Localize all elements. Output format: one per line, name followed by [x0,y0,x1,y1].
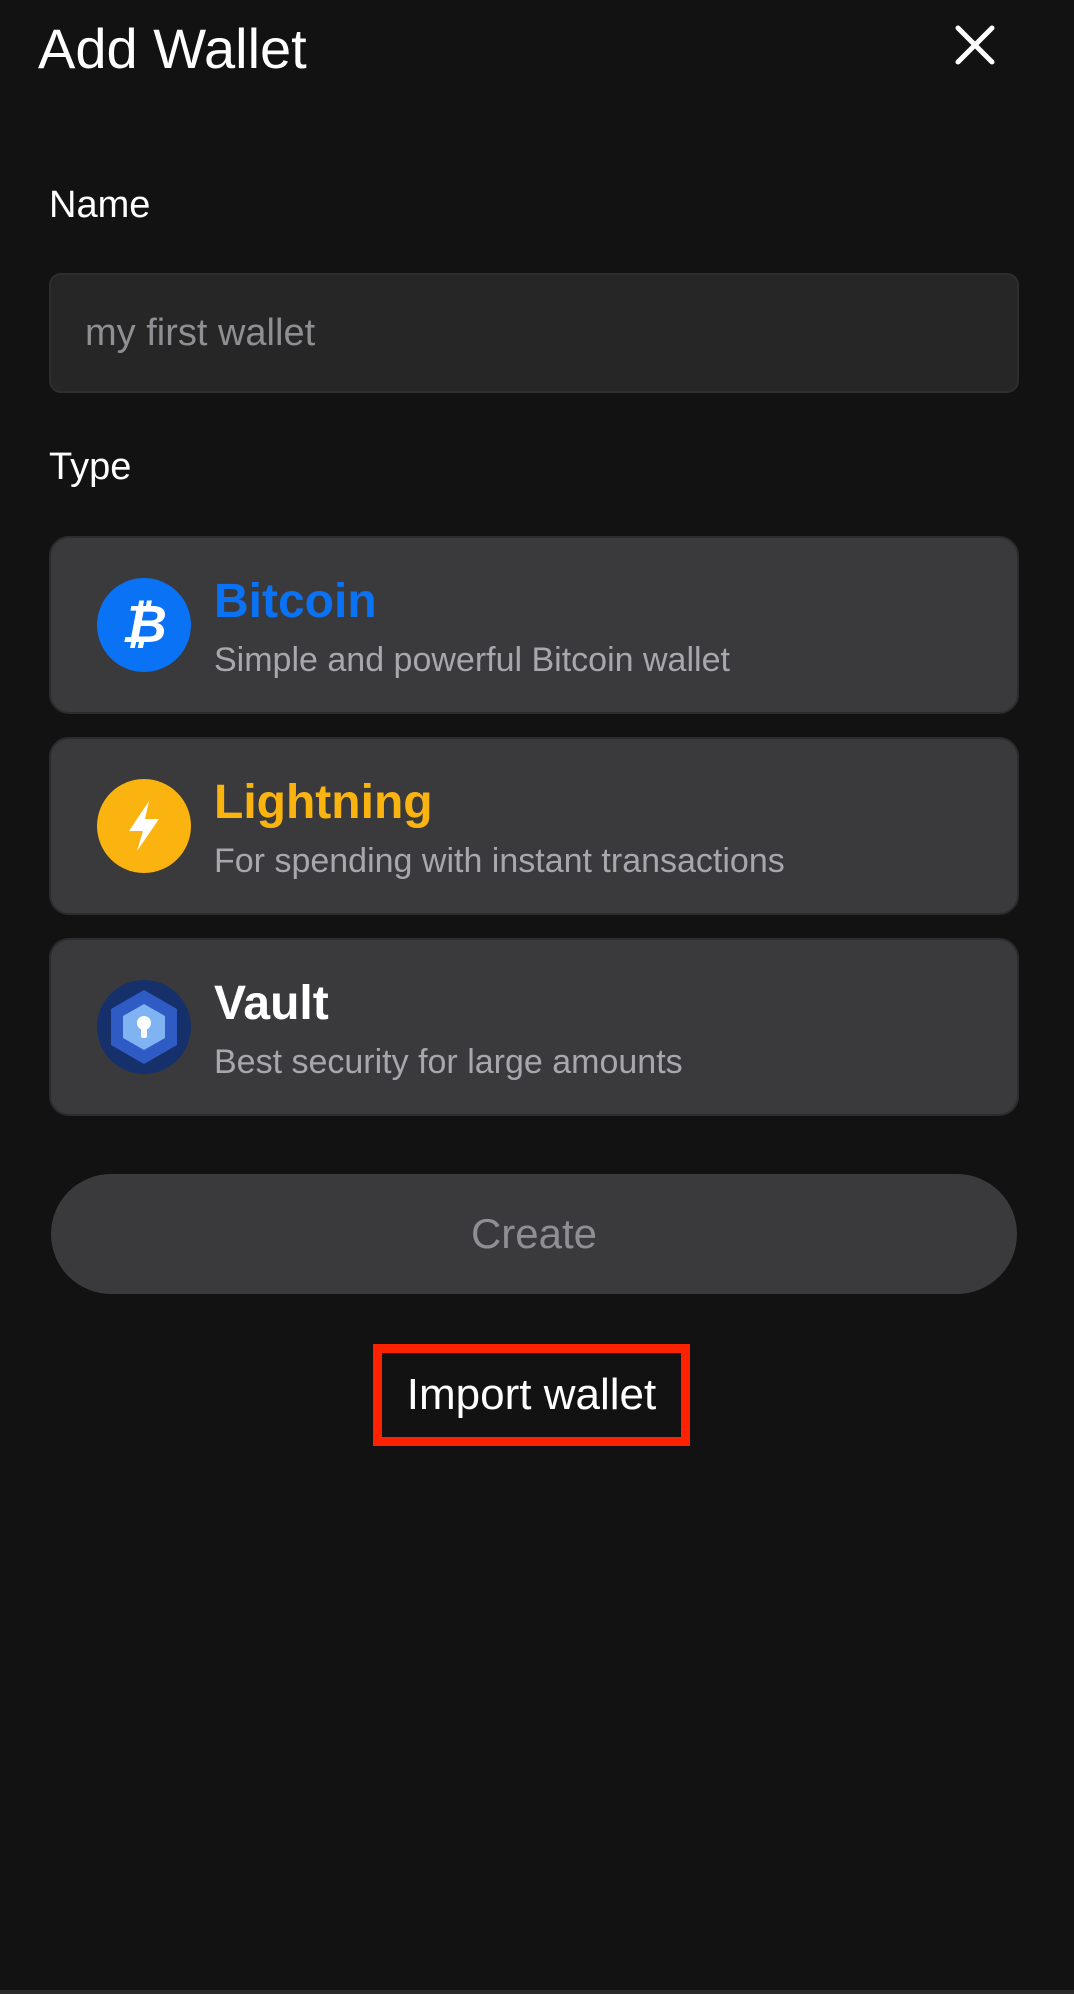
wallet-type-bitcoin[interactable]: ₿ Bitcoin Simple and powerful Bitcoin wa… [49,536,1019,714]
create-button[interactable]: Create [51,1174,1017,1294]
bitcoin-icon: ₿ [97,578,191,672]
lightning-icon [97,779,191,873]
bottom-divider [0,1990,1074,1994]
wallet-type-lightning[interactable]: Lightning For spending with instant tran… [49,737,1019,915]
vault-icon [97,980,191,1074]
lightning-title: Lightning [214,776,433,829]
lightning-description: For spending with instant transactions [214,842,785,880]
vault-description: Best security for large amounts [214,1043,683,1081]
bitcoin-title: Bitcoin [214,575,377,628]
import-wallet-button[interactable]: Import wallet [373,1344,690,1446]
type-label: Type [49,446,132,488]
wallet-type-vault[interactable]: Vault Best security for large amounts [49,938,1019,1116]
svg-text:₿: ₿ [121,596,167,654]
name-label: Name [49,184,151,226]
vault-title: Vault [214,977,329,1030]
bitcoin-description: Simple and powerful Bitcoin wallet [214,641,730,679]
close-button[interactable] [942,12,1008,78]
wallet-name-input[interactable] [49,273,1019,393]
close-icon [955,25,995,65]
page-title: Add Wallet [38,17,307,80]
